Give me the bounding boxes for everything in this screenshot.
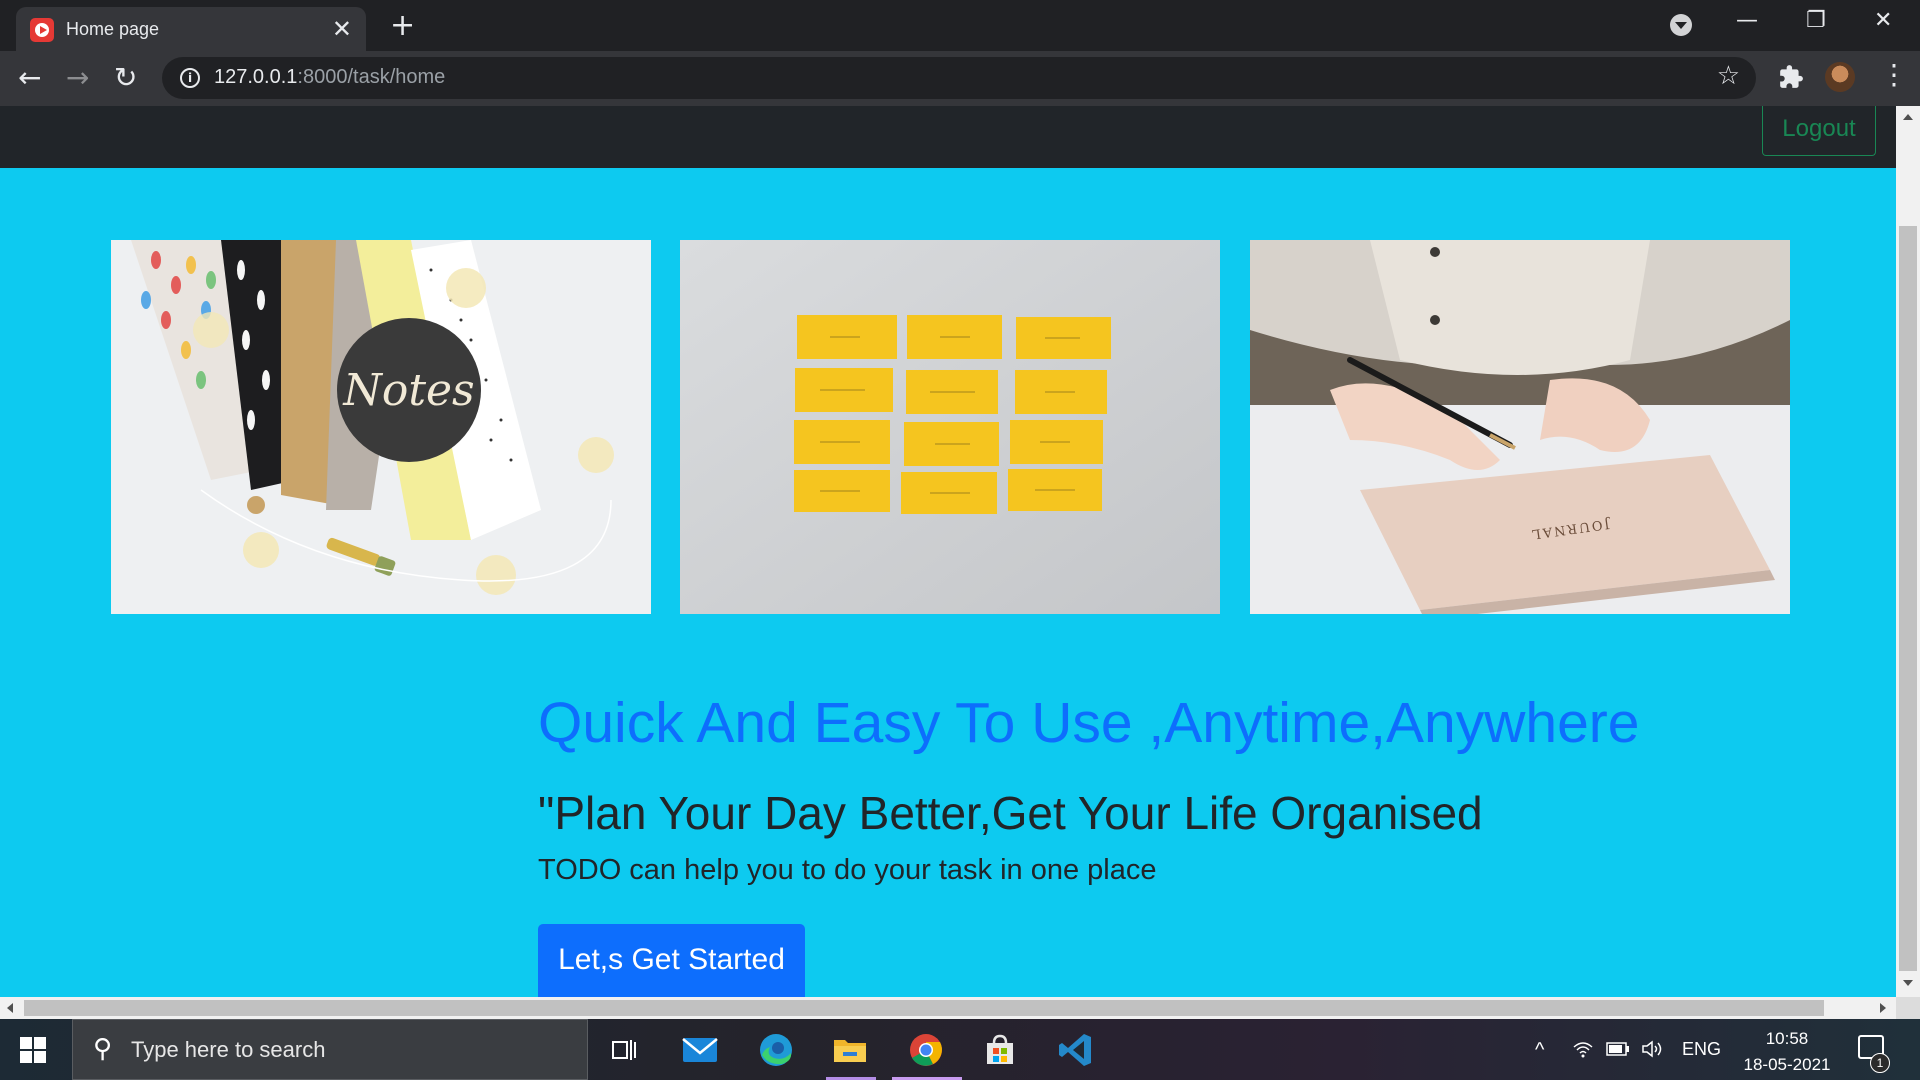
taskbar-clock[interactable]: 10:58 18-05-2021 xyxy=(1732,1026,1842,1078)
close-window-button[interactable]: ✕ xyxy=(1874,8,1892,33)
windows-taskbar: ⚲ Type here to search ^ ENG 10:58 18-05-… xyxy=(0,1019,1920,1080)
site-navbar: Logout xyxy=(0,106,1896,168)
battery-icon[interactable] xyxy=(1606,1041,1630,1057)
edge-browser-icon[interactable] xyxy=(756,1031,796,1069)
url-text: 127.0.0.1:8000/task/home xyxy=(214,66,445,89)
extensions-puzzle-icon[interactable] xyxy=(1778,64,1804,90)
task-view-icon[interactable] xyxy=(604,1031,644,1069)
browser-toolbar: ← → ↻ i 127.0.0.1:8000/task/home ☆ xyxy=(0,51,1920,106)
profile-avatar[interactable] xyxy=(1825,62,1855,92)
search-placeholder: Type here to search xyxy=(131,1037,326,1062)
vscode-icon[interactable] xyxy=(1056,1031,1096,1069)
wifi-icon[interactable] xyxy=(1572,1039,1594,1059)
chrome-browser-icon[interactable] xyxy=(906,1031,946,1069)
site-info-icon[interactable]: i xyxy=(180,68,200,88)
tab-close-icon[interactable]: ✕ xyxy=(332,15,352,43)
bookmark-star-icon[interactable]: ☆ xyxy=(1717,61,1740,91)
vertical-scrollbar[interactable] xyxy=(1896,106,1920,997)
sticky-notes-image xyxy=(680,240,1220,614)
hero-title: Quick And Easy To Use ,Anytime,Anywhere xyxy=(538,691,1640,755)
mail-app-icon[interactable] xyxy=(680,1031,720,1069)
clock-date: 18-05-2021 xyxy=(1743,1055,1831,1074)
horizontal-scrollbar[interactable] xyxy=(0,997,1896,1019)
hero-description: TODO can help you to do your task in one… xyxy=(538,854,1157,886)
page-viewport: Logout Notes JOURNAL Quick And Easy To U… xyxy=(0,106,1896,997)
notes-label: Notes xyxy=(342,365,474,416)
clock-time: 10:58 xyxy=(1765,1029,1809,1048)
url-path: :8000/task/home xyxy=(297,66,446,88)
scroll-left-arrow-icon[interactable] xyxy=(7,1003,13,1013)
browser-menu-icon[interactable]: ⋮ xyxy=(1880,58,1908,91)
notification-count-badge: 1 xyxy=(1870,1053,1890,1073)
tab-title: Home page xyxy=(66,19,160,39)
volume-icon[interactable] xyxy=(1640,1039,1664,1059)
url-host: 127.0.0.1 xyxy=(214,66,298,88)
microsoft-store-icon[interactable] xyxy=(980,1031,1020,1069)
back-arrow-icon[interactable]: ← xyxy=(18,61,41,94)
journal-writing-image: JOURNAL xyxy=(1250,240,1790,614)
address-bar[interactable]: i 127.0.0.1:8000/task/home ☆ xyxy=(162,57,1756,99)
youtube-favicon-icon xyxy=(30,18,54,42)
restore-button[interactable]: ❐ xyxy=(1806,8,1826,33)
tab-search-icon[interactable] xyxy=(1670,14,1692,36)
scroll-right-arrow-icon[interactable] xyxy=(1880,1003,1886,1013)
vertical-scroll-thumb[interactable] xyxy=(1899,226,1917,971)
scroll-down-arrow-icon[interactable] xyxy=(1903,980,1913,986)
notes-notebooks-image: Notes xyxy=(111,240,651,614)
browser-tab-home[interactable]: Home page ✕ xyxy=(16,7,366,51)
search-icon: ⚲ xyxy=(93,1034,113,1064)
logout-button[interactable]: Logout xyxy=(1762,106,1876,156)
file-explorer-icon[interactable] xyxy=(830,1031,870,1069)
scrollbar-corner xyxy=(1896,997,1920,1019)
taskbar-search-box[interactable]: ⚲ Type here to search xyxy=(72,1019,588,1080)
forward-arrow-icon[interactable]: → xyxy=(66,61,89,94)
language-indicator[interactable]: ENG xyxy=(1682,1039,1721,1060)
minimize-button[interactable]: — xyxy=(1736,8,1758,33)
get-started-button[interactable]: Let,s Get Started xyxy=(538,924,805,997)
horizontal-scroll-thumb[interactable] xyxy=(24,1000,1824,1016)
scroll-up-arrow-icon[interactable] xyxy=(1903,114,1913,120)
windows-start-icon[interactable] xyxy=(20,1037,46,1063)
reload-icon[interactable]: ↻ xyxy=(114,61,137,94)
browser-titlebar: Home page ✕ + — ❐ ✕ xyxy=(0,0,1920,51)
hero-subtitle: "Plan Your Day Better,Get Your Life Orga… xyxy=(538,787,1483,839)
new-tab-button[interactable]: + xyxy=(390,8,415,43)
show-hidden-icons-chevron-icon[interactable]: ^ xyxy=(1535,1039,1544,1062)
